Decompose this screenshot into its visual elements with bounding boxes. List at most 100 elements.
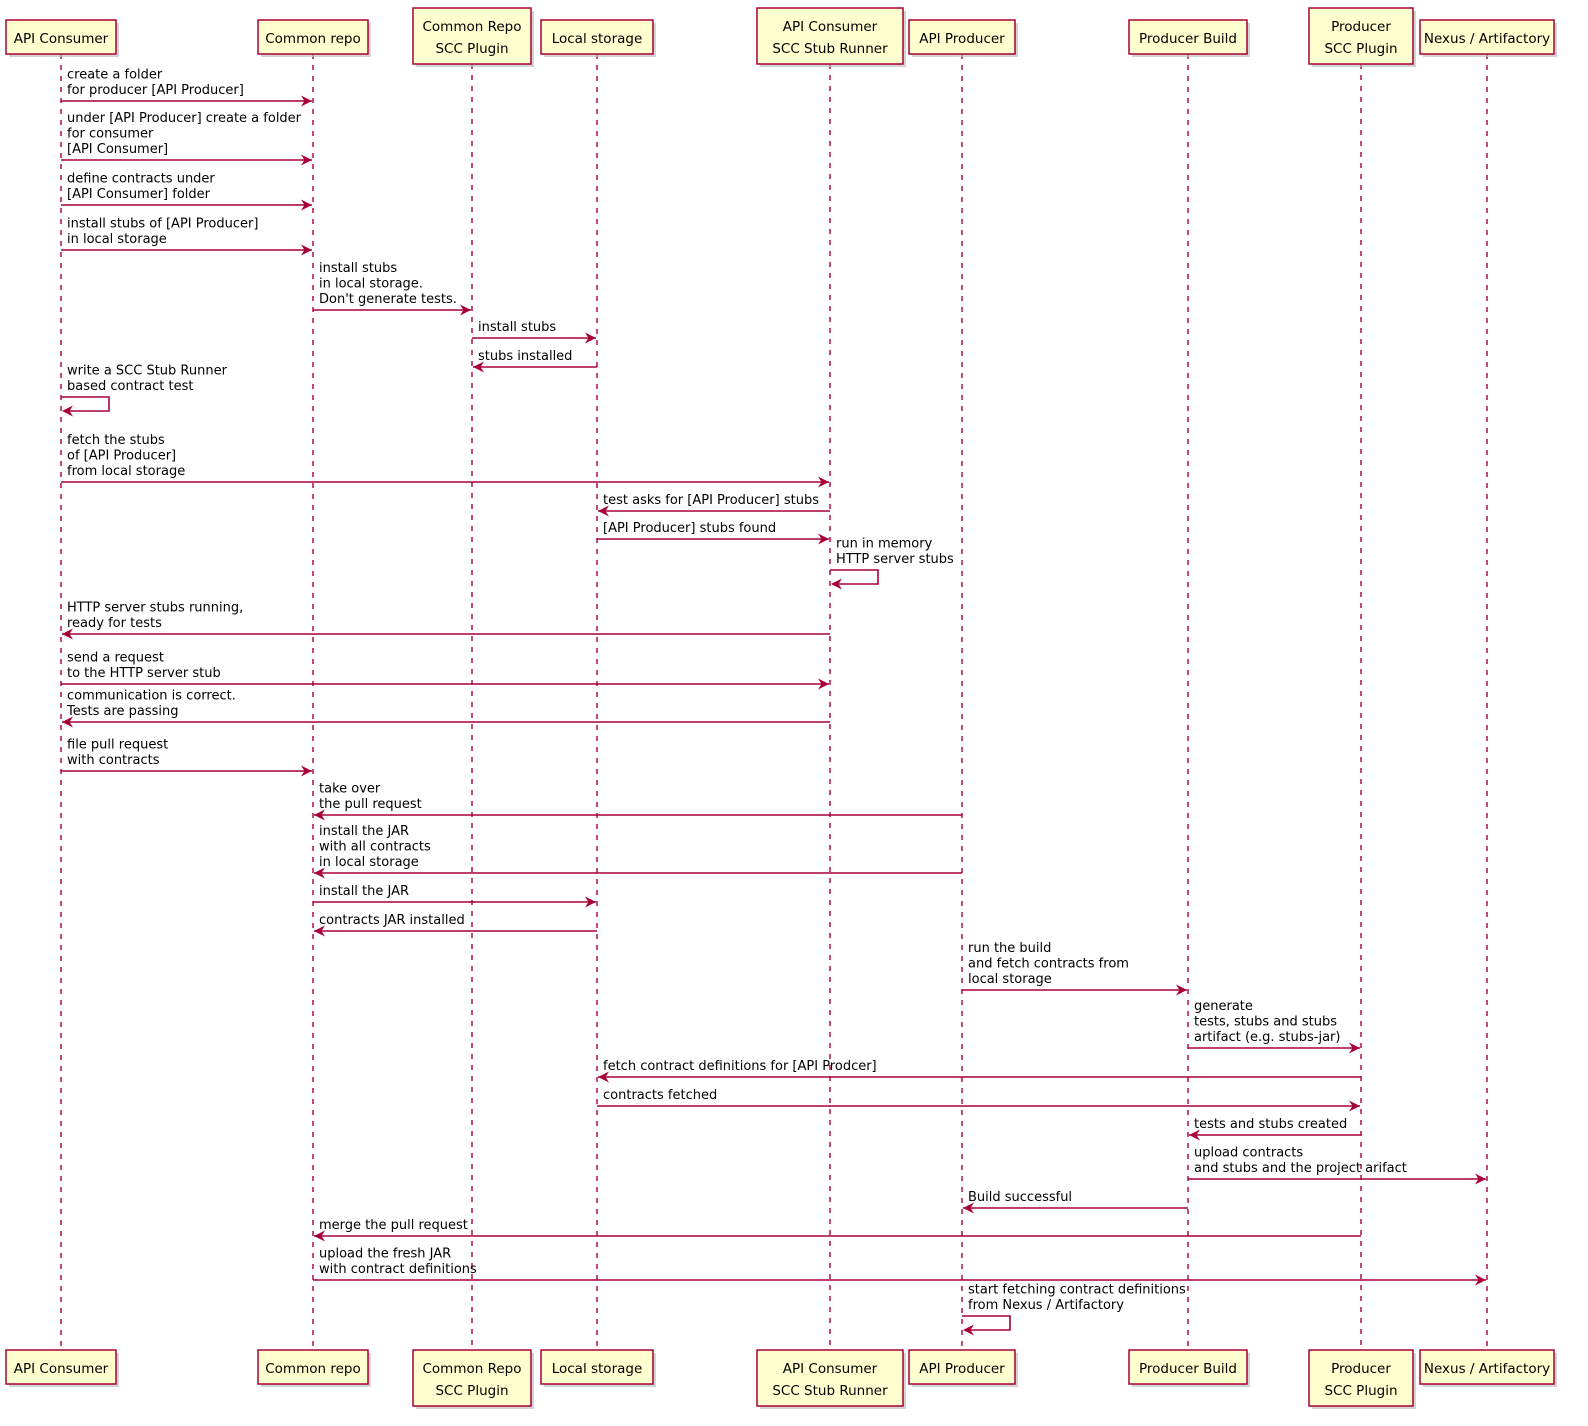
participant-box-stubrunner-bottom: API Consumer SCC Stub Runner xyxy=(756,1349,906,1409)
participant-label: Producer xyxy=(1331,19,1391,35)
message-label: in local storage xyxy=(67,232,167,247)
message-label: fetch the stubs xyxy=(67,433,165,448)
participant-label: API Consumer xyxy=(14,1361,109,1377)
message-label: fetch contract definitions for [API Prod… xyxy=(603,1059,877,1074)
message-label: [API Producer] stubs found xyxy=(603,521,776,536)
message-label: start fetching contract definitions xyxy=(968,1283,1186,1298)
participant-label: API Consumer xyxy=(783,19,878,35)
message-label: to the HTTP server stub xyxy=(67,666,221,681)
message-label: install the JAR xyxy=(319,884,409,899)
participant-box-commonrepo-top: Common repo xyxy=(257,19,371,57)
message-7: write a SCC Stub Runnerbased contract te… xyxy=(61,364,228,417)
message-label: HTTP server stubs xyxy=(836,552,954,567)
message-0: create a folderfor producer [API Produce… xyxy=(61,68,312,107)
participant-box-consumer-top: API Consumer xyxy=(5,19,119,57)
participant-box-stubrunner-top: API Consumer SCC Stub Runner xyxy=(756,7,906,67)
message-28: upload the fresh JARwith contract defini… xyxy=(313,1247,1486,1286)
message-label: install stubs xyxy=(478,320,556,335)
message-label: HTTP server stubs running, xyxy=(67,601,243,616)
message-label: under [API Producer] create a folder xyxy=(67,111,302,126)
message-24: tests and stubs created xyxy=(1189,1117,1361,1141)
message-16: take over the pull request xyxy=(314,782,962,821)
message-label: from local storage xyxy=(67,464,185,479)
participant-box-producer-top: API Producer xyxy=(908,19,1018,57)
message-label: install the JAR xyxy=(319,824,409,839)
participant-box-prodplugin-top: Producer SCC Plugin xyxy=(1308,7,1416,67)
message-label: file pull request xyxy=(67,738,168,753)
message-19: contracts JAR installed xyxy=(314,913,597,937)
message-label: Tests are passing xyxy=(66,704,179,719)
message-label: Don't generate tests. xyxy=(319,292,457,307)
message-label: communication is correct. xyxy=(67,689,236,704)
message-18: install the JAR xyxy=(313,884,596,908)
message-label: [API Consumer] folder xyxy=(67,187,211,202)
participant-label: SCC Stub Runner xyxy=(772,41,888,57)
participant-label: SCC Stub Runner xyxy=(772,1383,888,1399)
message-8: fetch the stubs of [API Producer]from lo… xyxy=(61,433,829,488)
message-label: create a folder xyxy=(67,68,163,83)
participant-label: SCC Plugin xyxy=(435,41,508,57)
message-label: in local storage. xyxy=(319,277,423,292)
message-label: the pull request xyxy=(319,797,422,812)
participant-label: Common Repo xyxy=(422,19,521,35)
participant-box-consumer-bottom: API Consumer xyxy=(5,1349,119,1387)
participant-label: Local storage xyxy=(552,31,643,47)
message-label: run the build xyxy=(968,941,1051,956)
participant-box-localstorage-top: Local storage xyxy=(540,19,656,57)
message-label: for producer [API Producer] xyxy=(67,83,244,98)
participant-box-prodplugin-bottom: Producer SCC Plugin xyxy=(1308,1349,1416,1409)
message-label: contracts fetched xyxy=(603,1088,717,1103)
message-3: install stubs of [API Producer]in local … xyxy=(61,217,312,256)
message-4: install stubsin local storage.Don't gene… xyxy=(313,261,471,316)
message-26: Build successful xyxy=(963,1190,1188,1214)
participant-box-producerbuild-bottom: Producer Build xyxy=(1128,1349,1250,1387)
message-label: upload the fresh JAR xyxy=(319,1247,451,1262)
participant-box-localstorage-bottom: Local storage xyxy=(540,1349,656,1387)
message-12: HTTP server stubs running, ready for tes… xyxy=(62,601,830,640)
message-label: based contract test xyxy=(67,379,193,394)
sequence-diagram: create a folder for producer [API Produce… xyxy=(0,0,1588,1426)
message-label: and fetch contracts from xyxy=(968,957,1129,972)
participant-boxes-bottom: API Consumer Common repo Common Repo SCC Pl… xyxy=(5,1349,1557,1409)
message-label: from Nexus / Artifactory xyxy=(968,1298,1124,1313)
message-label: test asks for [API Producer] stubs xyxy=(603,493,819,508)
message-label: with contract definitions xyxy=(319,1262,477,1277)
message-29: start fetching contract definitions from… xyxy=(962,1283,1186,1336)
participant-label: SCC Plugin xyxy=(1324,1383,1397,1399)
message-label: in local storage xyxy=(319,855,419,870)
message-5: install stubs xyxy=(472,320,596,344)
message-label: tests and stubs created xyxy=(1194,1117,1347,1132)
participant-box-producerbuild-top: Producer Build xyxy=(1128,19,1250,57)
message-14: communication is correct. Tests are pass… xyxy=(62,689,830,728)
participant-label: API Producer xyxy=(919,31,1005,47)
participant-label: API Producer xyxy=(919,1361,1005,1377)
participant-label: API Consumer xyxy=(783,1361,878,1377)
participant-label: Common repo xyxy=(265,31,360,47)
participant-label: Nexus / Artifactory xyxy=(1424,1361,1550,1377)
message-label: tests, stubs and stubs xyxy=(1194,1015,1337,1030)
message-label: define contracts under xyxy=(67,172,215,187)
message-27: merge the pull request xyxy=(314,1218,1361,1242)
participant-label: Producer xyxy=(1331,1361,1391,1377)
message-20: run the buildand fetch contracts fromloc… xyxy=(962,941,1187,996)
message-23: contracts fetched xyxy=(597,1088,1360,1112)
message-label: run in memory xyxy=(836,537,933,552)
message-11: run in memory HTTP server stubs xyxy=(830,537,954,590)
participant-label: Producer Build xyxy=(1139,1361,1237,1377)
participant-label: Common Repo xyxy=(422,1361,521,1377)
messages-layer: create a folderfor producer [API Produce… xyxy=(61,68,1486,1336)
participant-box-nexus-top: Nexus / Artifactory xyxy=(1419,19,1557,57)
sequence-diagram-canvas: create a folderfor producer [API Produce… xyxy=(5,7,1557,1409)
message-2: define contracts under[API Consumer] fol… xyxy=(61,172,312,211)
message-label: of [API Producer] xyxy=(67,449,176,464)
participant-box-producer-bottom: API Producer xyxy=(908,1349,1018,1387)
message-label: generate xyxy=(1194,999,1253,1014)
message-label: ready for tests xyxy=(67,616,162,631)
participant-box-commonrepo-bottom: Common repo xyxy=(257,1349,371,1387)
message-9: test asks for [API Producer] stubs xyxy=(598,493,830,517)
participant-label: Nexus / Artifactory xyxy=(1424,31,1550,47)
message-13: send a requestto the HTTP server stub xyxy=(61,651,829,690)
message-10: [API Producer] stubs found xyxy=(597,521,829,545)
message-22: fetch contract definitions for [API Prod… xyxy=(598,1059,1361,1083)
message-label: with all contracts xyxy=(319,840,431,855)
